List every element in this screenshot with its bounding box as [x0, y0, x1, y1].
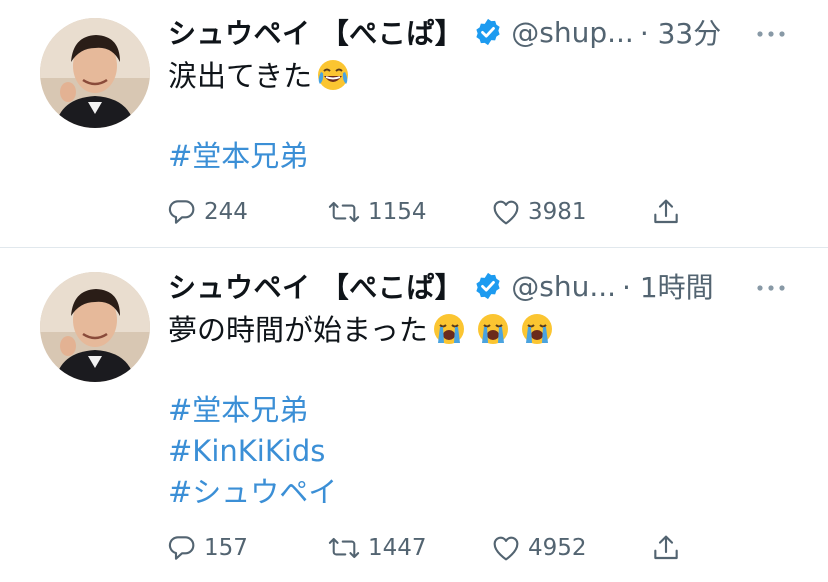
retweet-button[interactable]: 1447	[326, 532, 427, 564]
reply-count: 244	[204, 199, 248, 225]
tweet-text: 夢の時間が始まった	[168, 310, 554, 357]
hashtag-list: #堂本兄弟 #KinKiKids #シュウペイ	[168, 390, 337, 513]
verified-badge-icon	[476, 18, 500, 46]
more-options-icon[interactable]	[756, 14, 786, 54]
tweet-actions: 157 1447 4952	[166, 530, 726, 566]
share-button[interactable]	[650, 196, 682, 228]
hashtag-link[interactable]: #KinKiKids	[168, 431, 337, 472]
reply-button[interactable]: 244	[166, 196, 248, 228]
share-icon	[654, 535, 678, 560]
retweet-count: 1154	[368, 199, 427, 225]
hashtag-list: #堂本兄弟	[168, 136, 308, 177]
loudly-crying-face-icon	[520, 312, 554, 357]
tweet-text: 涙出てきた	[168, 56, 350, 103]
handle[interactable]: @shu...	[511, 270, 616, 303]
tweet[interactable]: シュウペイ 【ぺこぱ】 @shup... · 33分 涙出てきた #堂本兄弟 2…	[0, 0, 828, 248]
like-icon	[493, 200, 519, 225]
like-count: 4952	[528, 535, 587, 561]
like-count: 3981	[528, 199, 587, 225]
retweet-button[interactable]: 1154	[326, 196, 427, 228]
display-name[interactable]: シュウペイ 【ぺこぱ】	[168, 12, 463, 52]
like-button[interactable]: 4952	[490, 532, 587, 564]
reply-icon	[168, 536, 195, 560]
handle[interactable]: @shup...	[511, 16, 634, 49]
like-icon	[493, 536, 519, 561]
tweet[interactable]: シュウペイ 【ぺこぱ】 @shu... · 1時間 夢の時間が始まった #堂本兄…	[0, 248, 828, 582]
like-button[interactable]: 3981	[490, 196, 587, 228]
more-options-icon[interactable]	[756, 268, 786, 308]
retweet-count: 1447	[368, 535, 427, 561]
hashtag-link[interactable]: #シュウペイ	[168, 472, 337, 513]
display-name[interactable]: シュウペイ 【ぺこぱ】	[168, 266, 463, 306]
share-button[interactable]	[650, 532, 682, 564]
face-with-tears-of-joy-icon	[316, 58, 350, 103]
hashtag-link[interactable]: #堂本兄弟	[168, 390, 337, 431]
reply-count: 157	[204, 535, 248, 561]
tweet-text-content: 夢の時間が始まった	[168, 313, 428, 347]
tweet-header: シュウペイ 【ぺこぱ】 @shup... · 33分	[168, 12, 808, 52]
timestamp[interactable]: · 1時間	[622, 266, 714, 306]
timestamp[interactable]: · 33分	[640, 12, 721, 52]
hashtag-link[interactable]: #堂本兄弟	[168, 136, 308, 177]
loudly-crying-face-icon	[476, 312, 510, 357]
tweet-actions: 244 1154 3981	[166, 194, 726, 230]
avatar[interactable]	[40, 18, 150, 128]
reply-icon	[168, 200, 195, 224]
verified-badge-icon	[476, 272, 500, 300]
retweet-icon	[328, 537, 360, 559]
avatar[interactable]	[40, 272, 150, 382]
tweet-header: シュウペイ 【ぺこぱ】 @shu... · 1時間	[168, 266, 808, 306]
loudly-crying-face-icon	[432, 312, 466, 357]
share-icon	[654, 199, 678, 224]
retweet-icon	[328, 201, 360, 223]
tweet-text-content: 涙出てきた	[168, 59, 313, 93]
reply-button[interactable]: 157	[166, 532, 248, 564]
